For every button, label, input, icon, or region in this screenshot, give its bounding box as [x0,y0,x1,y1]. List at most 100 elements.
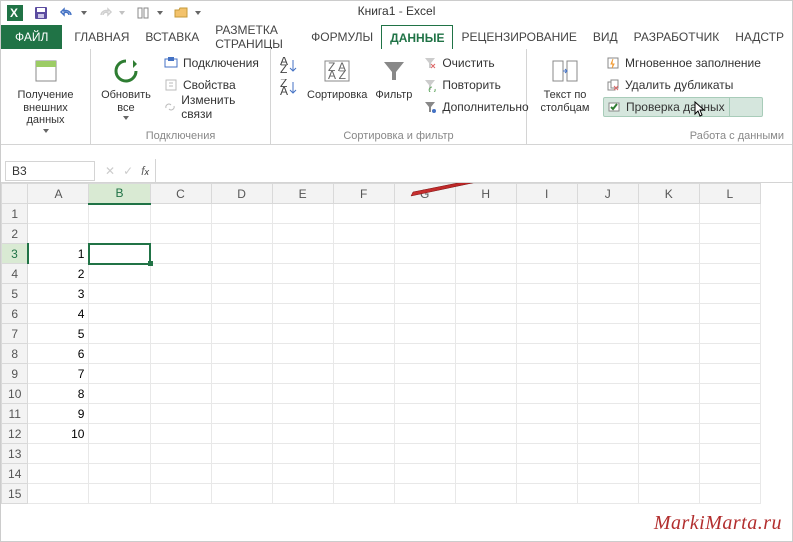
cell[interactable] [150,464,211,484]
cell[interactable] [272,324,333,344]
cell[interactable] [638,364,699,384]
cell[interactable] [89,324,150,344]
cell[interactable] [89,344,150,364]
cell[interactable] [699,224,760,244]
row-header[interactable]: 1 [2,204,28,224]
cell[interactable] [699,204,760,224]
refresh-all-button[interactable]: Обновить все [99,53,153,120]
cell[interactable] [455,244,516,264]
cell[interactable]: 8 [28,384,89,404]
cell[interactable] [455,444,516,464]
cell[interactable] [272,244,333,264]
cell[interactable] [638,284,699,304]
cell[interactable] [577,484,638,504]
cell[interactable] [211,404,272,424]
cell[interactable] [699,444,760,464]
row-header[interactable]: 2 [2,224,28,244]
cell[interactable] [150,304,211,324]
cell[interactable] [577,224,638,244]
cell[interactable] [333,364,394,384]
tab-addin[interactable]: НАДСТР [727,25,792,49]
connections-button[interactable]: Подключения [161,53,262,73]
cell[interactable] [211,204,272,224]
cell[interactable] [577,324,638,344]
cell[interactable] [577,364,638,384]
cell[interactable] [516,404,577,424]
cell[interactable] [699,324,760,344]
cell[interactable] [699,244,760,264]
cell[interactable] [516,464,577,484]
cell[interactable] [150,204,211,224]
cell[interactable] [394,324,455,344]
cell[interactable] [638,484,699,504]
cell[interactable] [577,304,638,324]
cell[interactable] [89,284,150,304]
cell[interactable] [455,364,516,384]
cell[interactable] [394,484,455,504]
row-header[interactable]: 15 [2,484,28,504]
column-header[interactable]: K [638,184,699,204]
select-all-corner[interactable] [2,184,28,204]
column-header[interactable]: D [211,184,272,204]
cell[interactable] [516,424,577,444]
cell[interactable] [333,484,394,504]
cell[interactable] [89,464,150,484]
tab-home[interactable]: ГЛАВНАЯ [66,25,137,49]
cell[interactable] [516,484,577,504]
cell[interactable] [394,404,455,424]
cell[interactable] [150,384,211,404]
cell[interactable] [333,204,394,224]
cell[interactable] [455,264,516,284]
cell[interactable] [394,344,455,364]
cell[interactable] [394,424,455,444]
cell[interactable] [211,364,272,384]
cell[interactable] [211,244,272,264]
sort-button[interactable]: Z AA Z Сортировка [307,53,367,102]
cell[interactable]: 3 [28,284,89,304]
cell[interactable] [577,284,638,304]
cell[interactable] [272,484,333,504]
cell[interactable] [577,424,638,444]
cell[interactable] [333,404,394,424]
cell[interactable] [699,284,760,304]
cell[interactable] [89,304,150,324]
cell[interactable] [394,264,455,284]
cell[interactable] [150,284,211,304]
column-header[interactable]: L [699,184,760,204]
edit-links-button[interactable]: Изменить связи [161,97,262,117]
cell[interactable] [638,384,699,404]
cell[interactable] [272,444,333,464]
cell[interactable] [89,364,150,384]
column-header[interactable]: E [272,184,333,204]
sort-desc-icon[interactable]: ZA [279,79,299,97]
cell[interactable] [455,424,516,444]
cell[interactable] [638,244,699,264]
cell[interactable] [150,424,211,444]
cell[interactable] [150,324,211,344]
cell[interactable]: 9 [28,404,89,424]
cell[interactable] [89,384,150,404]
cell[interactable] [211,264,272,284]
cell[interactable] [333,304,394,324]
cell[interactable]: 4 [28,304,89,324]
cell[interactable] [333,444,394,464]
cell[interactable] [272,384,333,404]
touch-mode-icon[interactable] [135,5,151,21]
tab-review[interactable]: РЕЦЕНЗИРОВАНИЕ [453,25,584,49]
cell[interactable] [577,384,638,404]
cell[interactable] [394,244,455,264]
cell[interactable] [638,204,699,224]
cell[interactable] [394,384,455,404]
cell[interactable] [333,244,394,264]
cell[interactable] [211,384,272,404]
name-box[interactable]: B3 [5,161,95,181]
tab-insert[interactable]: ВСТАВКА [137,25,207,49]
cell[interactable] [89,224,150,244]
cell[interactable] [455,324,516,344]
get-external-data-button[interactable]: Получение внешних данных [9,53,82,133]
undo-dropdown-icon[interactable] [81,11,87,15]
text-to-columns-button[interactable]: Текст по столбцам [535,53,595,114]
cell[interactable] [638,404,699,424]
cell[interactable] [272,264,333,284]
cell[interactable] [516,344,577,364]
